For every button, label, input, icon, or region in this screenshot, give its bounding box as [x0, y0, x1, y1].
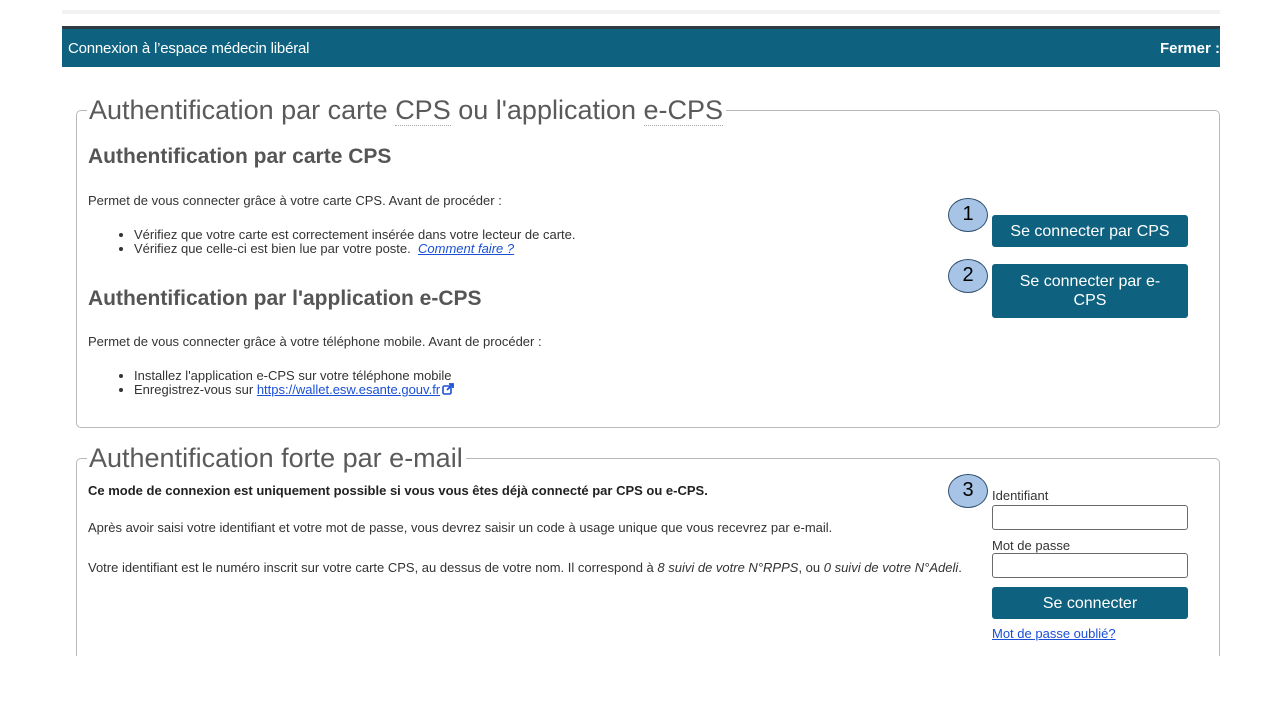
app-auth-heading: Authentification par l'application e-CPS — [88, 287, 482, 310]
email-para-1: Après avoir saisi votre identifiant et v… — [88, 520, 833, 535]
card-bullet-2: Vérifiez que celle-ci est bien lue par v… — [134, 242, 576, 256]
email-para-2: Votre identifiant est le numéro inscrit … — [88, 560, 962, 575]
connect-ecps-label-line2: CPS — [1073, 292, 1107, 309]
login-window: Connexion à l’espace médecin libéral Fer… — [62, 26, 1220, 656]
adeli-hint: 0 suivi de votre N°Adeli — [823, 560, 959, 575]
step-badge-1: 1 — [948, 198, 988, 232]
title-bar: Connexion à l’espace médecin libéral Fer… — [62, 26, 1220, 67]
rpps-hint: 8 suivi de votre N°RPPS — [657, 560, 799, 575]
identifiant-input[interactable] — [992, 505, 1188, 530]
top-decor-line — [62, 10, 1220, 14]
connect-ecps-label-line1: Se connecter par e- — [1019, 273, 1161, 290]
password-label: Mot de passe — [992, 538, 1071, 553]
ecps-abbr: e-CPS — [643, 95, 724, 126]
cps-section-legend: Authentification par carte CPS ou l'appl… — [89, 95, 724, 126]
identifiant-label: Identifiant — [992, 488, 1049, 503]
external-link-icon[interactable] — [442, 383, 455, 395]
connect-ecps-button[interactable]: Se connecter par e- CPS — [992, 264, 1188, 318]
step-badge-3: 3 — [948, 474, 988, 508]
card-auth-intro: Permet de vous connecter grâce à votre c… — [88, 193, 502, 208]
password-input[interactable] — [992, 553, 1188, 578]
card-bullet-1: Vérifiez que votre carte est correctemen… — [134, 228, 576, 242]
app-bullet-2: Enregistrez-vous sur https://wallet.esw.… — [134, 382, 455, 397]
app-auth-intro: Permet de vous connecter grâce à votre t… — [88, 334, 542, 349]
email-section-legend: Authentification forte par e-mail — [89, 443, 463, 473]
connect-cps-button[interactable]: Se connecter par CPS — [992, 215, 1188, 247]
step-badge-2: 2 — [948, 259, 988, 293]
card-auth-list: Vérifiez que votre carte est correctemen… — [114, 228, 576, 256]
close-button[interactable]: Fermer : — [1160, 40, 1220, 57]
cps-abbr: CPS — [395, 95, 451, 126]
forgot-password-link[interactable]: Mot de passe oublié? — [992, 626, 1116, 641]
login-submit-button[interactable]: Se connecter — [992, 587, 1188, 619]
window-title: Connexion à l’espace médecin libéral — [68, 40, 310, 57]
email-notice: Ce mode de connexion est uniquement poss… — [88, 483, 708, 498]
app-auth-list: Installez l'application e-CPS sur votre … — [114, 369, 455, 397]
app-bullet-1: Installez l'application e-CPS sur votre … — [134, 369, 454, 383]
wallet-link[interactable]: https://wallet.esw.esante.gouv.fr — [257, 382, 440, 397]
how-to-link[interactable]: Comment faire ? — [418, 241, 514, 256]
card-auth-heading: Authentification par carte CPS — [88, 145, 392, 168]
